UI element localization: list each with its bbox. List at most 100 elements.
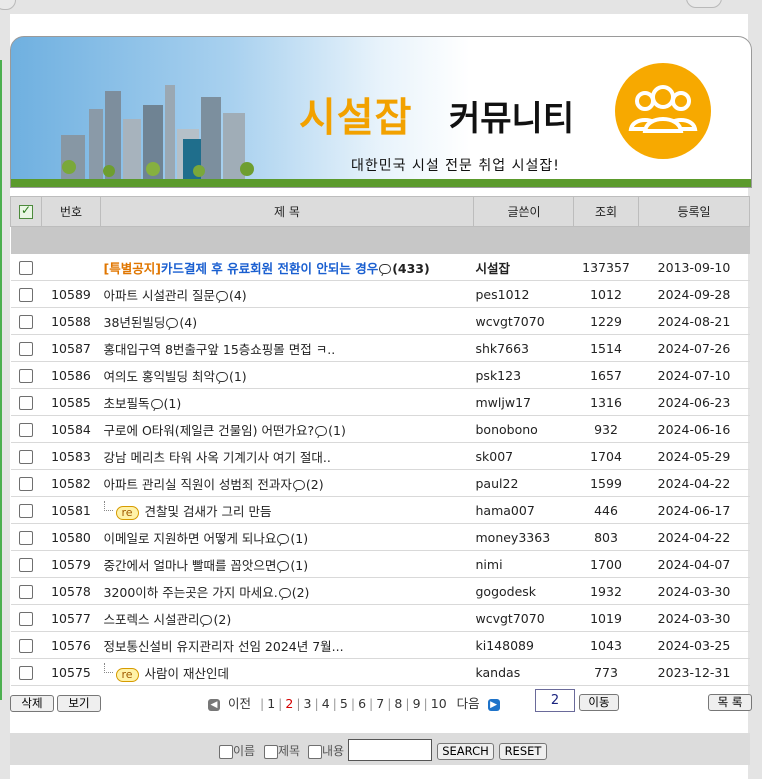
search-name-checkbox[interactable] xyxy=(219,744,233,759)
search-option-title[interactable]: 제목 xyxy=(264,742,300,759)
search-button[interactable]: SEARCH xyxy=(437,743,494,760)
row-checkbox[interactable] xyxy=(19,503,33,518)
prev-page-link[interactable]: 이전 xyxy=(228,696,251,711)
post-title-link[interactable]: 38년된빌딩 xyxy=(104,315,166,330)
table-row[interactable]: 10585 초보필독 (1) mwljw17 1316 2024-06-23 xyxy=(10,388,750,416)
notice-row[interactable]: [특별공지]카드결제 후 유료회원 전환이 안되는 경우 (433) 시설잡 13… xyxy=(10,254,750,281)
post-title-link[interactable]: 3200이하 주는곳은 가지 마세요. xyxy=(104,585,278,600)
table-row[interactable]: 10578 3200이하 주는곳은 가지 마세요. (2) gogodesk 1932 2… xyxy=(10,577,750,605)
move-page-button[interactable]: 이동 xyxy=(579,694,619,711)
post-title-link[interactable]: 스포렉스 시설관리 xyxy=(104,612,200,627)
post-writer[interactable]: pes1012 xyxy=(473,280,574,308)
post-title-link[interactable]: 이메일로 지원하면 어떻게 되나요 xyxy=(104,531,277,546)
post-title-link[interactable]: 견찰및 검새가 그리 만듬 xyxy=(145,504,272,519)
post-title-link[interactable]: 정보통신설비 유지관리자 선임 2024년 7월... xyxy=(104,639,344,654)
reset-button[interactable]: RESET xyxy=(499,743,547,760)
row-checkbox[interactable] xyxy=(19,449,33,464)
page-link-4[interactable]: 4 xyxy=(322,696,330,711)
list-button[interactable]: 목 록 xyxy=(708,694,752,711)
row-checkbox[interactable] xyxy=(19,611,33,626)
table-row[interactable]: 10575 re 사람이 재산인데 kandas 773 2023-12-31 xyxy=(10,658,750,686)
post-title-link[interactable]: 사람이 재산인데 xyxy=(145,666,229,681)
post-writer[interactable]: nimi xyxy=(473,550,574,578)
next-page-link[interactable]: 다음 xyxy=(457,696,480,711)
post-writer[interactable]: paul22 xyxy=(473,469,574,497)
page-link-8[interactable]: 8 xyxy=(394,696,402,711)
table-row[interactable]: 10582 아파트 관리실 직원이 성범죄 전과자 (2) paul22 1599 202… xyxy=(10,469,750,497)
post-title-link[interactable]: 초보필독 xyxy=(104,396,150,411)
search-content-checkbox[interactable] xyxy=(308,744,322,759)
prev-page-icon[interactable]: ◀ xyxy=(208,698,220,711)
search-title-checkbox[interactable] xyxy=(264,744,278,759)
page-link-10[interactable]: 10 xyxy=(431,696,447,711)
page-link-1[interactable]: 1 xyxy=(267,696,275,711)
row-checkbox[interactable] xyxy=(19,476,33,491)
post-writer[interactable]: shk7663 xyxy=(473,334,574,362)
page-separator: | xyxy=(278,696,283,711)
post-title-link[interactable]: 아파트 시설관리 질문 xyxy=(104,288,215,303)
table-row[interactable]: 10579 중간에서 얼마나 빨때를 꼽앗으면 (1) nimi 1700 2024-04… xyxy=(10,550,750,578)
post-title-link[interactable]: 강남 메리츠 타워 사옥 기계기사 여기 절대.. xyxy=(104,450,331,465)
row-checkbox[interactable] xyxy=(19,260,33,275)
post-writer[interactable]: wcvgt7070 xyxy=(473,604,574,632)
page-link-9[interactable]: 9 xyxy=(413,696,421,711)
next-page-icon[interactable]: ▶ xyxy=(487,698,500,711)
post-writer[interactable]: mwljw17 xyxy=(473,388,574,416)
row-checkbox[interactable] xyxy=(19,530,33,545)
page-link-7[interactable]: 7 xyxy=(376,696,384,711)
notice-writer[interactable]: 시설잡 xyxy=(473,254,574,281)
comment-icon xyxy=(292,480,305,490)
post-writer[interactable]: psk123 xyxy=(473,361,574,389)
post-writer[interactable]: kandas xyxy=(473,658,574,686)
post-writer[interactable]: bonobono xyxy=(473,415,574,443)
search-option-content[interactable]: 내용 xyxy=(308,742,344,759)
table-row[interactable]: 10584 구로에 O타워(제일큰 건물임) 어떤가요? (1) bonobono 93… xyxy=(10,415,750,443)
row-checkbox[interactable] xyxy=(19,395,33,410)
post-title-link[interactable]: 여의도 홍익빌딩 최악 xyxy=(104,369,215,384)
table-row[interactable]: 10581 re 견찰및 검새가 그리 만듬 hama007 446 2024-06-1… xyxy=(10,496,750,524)
post-views: 803 xyxy=(573,523,639,551)
table-row[interactable]: 10586 여의도 홍익빌딩 최악 (1) psk123 1657 2024-07-10 xyxy=(10,361,750,389)
delete-button[interactable]: 삭제 xyxy=(10,695,54,712)
row-checkbox[interactable] xyxy=(19,638,33,653)
row-checkbox[interactable] xyxy=(19,665,33,680)
search-input[interactable] xyxy=(348,739,432,761)
post-writer[interactable]: gogodesk xyxy=(473,577,574,605)
view-button[interactable]: 보기 xyxy=(57,695,101,712)
comment-icon xyxy=(278,588,291,598)
table-row[interactable]: 10589 아파트 시설관리 질문 (4) pes1012 1012 2024-09-28 xyxy=(10,280,750,308)
page-link-5[interactable]: 5 xyxy=(340,696,348,711)
row-checkbox[interactable] xyxy=(19,368,33,383)
row-checkbox[interactable] xyxy=(19,422,33,437)
table-row[interactable]: 10583 강남 메리츠 타워 사옥 기계기사 여기 절대.. sk007 1704 2… xyxy=(10,442,750,470)
table-row[interactable]: 10587 홍대입구역 8번출구앞 15층쇼핑몰 면접 ㅋ.. shk7663 151… xyxy=(10,334,750,362)
post-title-link[interactable]: 중간에서 얼마나 빨때를 꼽앗으면 xyxy=(104,558,277,573)
post-writer[interactable]: wcvgt7070 xyxy=(473,307,574,335)
notice-title-link[interactable]: 카드결제 후 유료회원 전환이 안되는 경우 xyxy=(161,261,378,276)
post-writer[interactable]: sk007 xyxy=(473,442,574,470)
post-date: 2024-07-26 xyxy=(638,334,750,362)
search-option-name[interactable]: 이름 xyxy=(219,742,255,759)
select-all-checkbox[interactable] xyxy=(19,203,33,219)
post-number: 10583 xyxy=(41,442,101,470)
row-checkbox[interactable] xyxy=(19,341,33,356)
table-row[interactable]: 10588 38년된빌딩 (4) wcvgt7070 1229 2024-08-21 xyxy=(10,307,750,335)
row-checkbox[interactable] xyxy=(19,287,33,302)
post-writer[interactable]: hama007 xyxy=(473,496,574,524)
row-checkbox[interactable] xyxy=(19,557,33,572)
comment-count: (2) xyxy=(305,476,324,492)
page-link-6[interactable]: 6 xyxy=(358,696,366,711)
table-row[interactable]: 10576 정보통신설비 유지관리자 선임 2024년 7월... ki148089… xyxy=(10,631,750,659)
page-number-input[interactable]: 2 xyxy=(535,689,575,712)
page-link-3[interactable]: 3 xyxy=(304,696,312,711)
table-row[interactable]: 10580 이메일로 지원하면 어떻게 되나요 (1) money3363 803 202… xyxy=(10,523,750,551)
post-title-link[interactable]: 아파트 관리실 직원이 성범죄 전과자 xyxy=(104,477,292,492)
row-checkbox[interactable] xyxy=(19,584,33,599)
post-writer[interactable]: ki148089 xyxy=(473,631,574,659)
table-row[interactable]: 10577 스포렉스 시설관리 (2) wcvgt7070 1019 2024-03-30 xyxy=(10,604,750,632)
row-checkbox[interactable] xyxy=(19,314,33,329)
post-title-link[interactable]: 홍대입구역 8번출구앞 15층쇼핑몰 면접 ㅋ.. xyxy=(104,342,336,357)
post-title-link[interactable]: 구로에 O타워(제일큰 건물임) 어떤가요? xyxy=(104,423,315,438)
page-link-2[interactable]: 2 xyxy=(285,696,293,711)
post-writer[interactable]: money3363 xyxy=(473,523,574,551)
